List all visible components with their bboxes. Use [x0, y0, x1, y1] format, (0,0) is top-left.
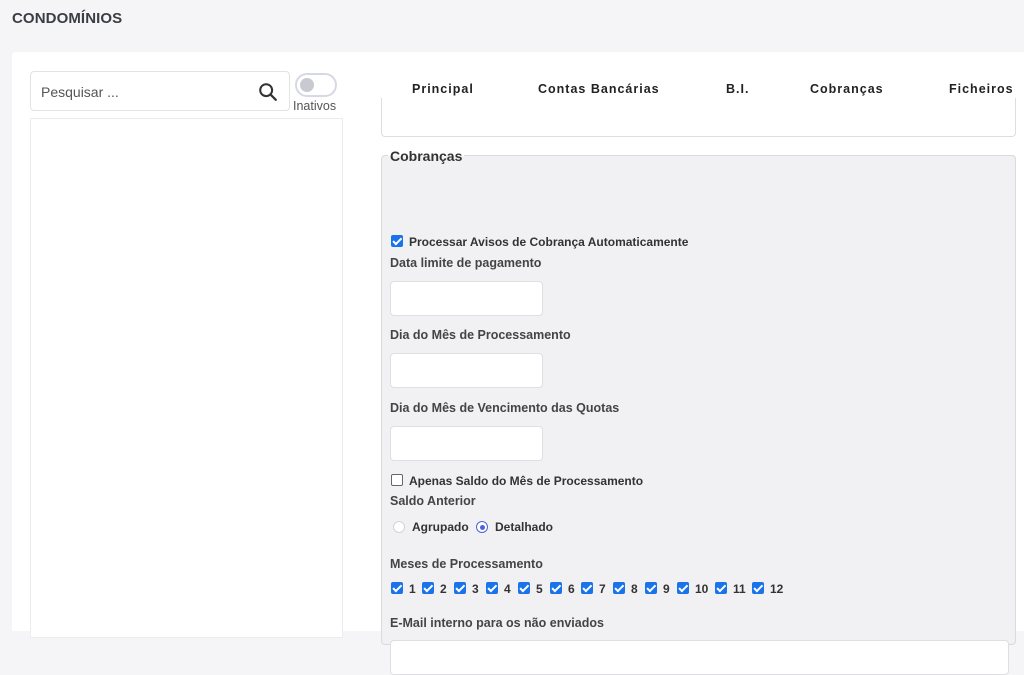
- saldo-anterior-label: Saldo Anterior: [390, 494, 476, 508]
- tab-ficheiros[interactable]: Ficheiros: [949, 82, 1014, 96]
- dia-processamento-input[interactable]: [390, 353, 543, 388]
- tab-cobrancas[interactable]: Cobranças: [810, 82, 884, 96]
- search-icon[interactable]: [257, 81, 279, 103]
- search-input[interactable]: [41, 81, 241, 103]
- condominios-list[interactable]: [30, 118, 343, 638]
- dia-vencimento-label: Dia do Mês de Vencimento das Quotas: [390, 401, 620, 415]
- apenas-saldo-label: Apenas Saldo do Mês de Processamento: [409, 474, 644, 488]
- inativos-toggle[interactable]: [295, 73, 337, 97]
- tab-principal[interactable]: Principal: [412, 82, 474, 96]
- page-title: CONDOMÍNIOS: [12, 10, 123, 27]
- radio-agrupado[interactable]: [393, 521, 405, 533]
- tab-bi[interactable]: B.I.: [726, 82, 749, 96]
- radio-agrupado-label: Agrupado: [412, 520, 469, 534]
- data-limite-label: Data limite de pagamento: [390, 256, 542, 270]
- meses-label: Meses de Processamento: [390, 557, 543, 571]
- tab-contas-bancarias[interactable]: Contas Bancárias: [538, 82, 660, 96]
- inativos-label: Inativos: [293, 99, 337, 113]
- auto-process-label: Processar Avisos de Cobrança Automaticam…: [409, 235, 689, 249]
- dia-processamento-label: Dia do Mês de Processamento: [390, 328, 571, 342]
- data-limite-input[interactable]: [390, 281, 543, 316]
- radio-detalhado[interactable]: [476, 521, 488, 533]
- previous-section-box: [381, 98, 1016, 137]
- email-label: E-Mail interno para os não enviados: [390, 616, 604, 630]
- dia-vencimento-input[interactable]: [390, 426, 543, 461]
- search-box: [30, 71, 290, 111]
- apenas-saldo-checkbox[interactable]: [391, 474, 403, 486]
- cobrancas-legend: Cobranças: [388, 148, 465, 164]
- auto-process-checkbox[interactable]: [391, 235, 403, 247]
- toggle-knob: [300, 78, 314, 92]
- email-input[interactable]: [390, 640, 1009, 675]
- radio-detalhado-label: Detalhado: [495, 520, 554, 534]
- main-card: Inativos Principal Contas Bancárias B.I.…: [12, 52, 1024, 675]
- cobrancas-fieldset: Cobranças Processar Avisos de Cobrança A…: [381, 148, 1016, 675]
